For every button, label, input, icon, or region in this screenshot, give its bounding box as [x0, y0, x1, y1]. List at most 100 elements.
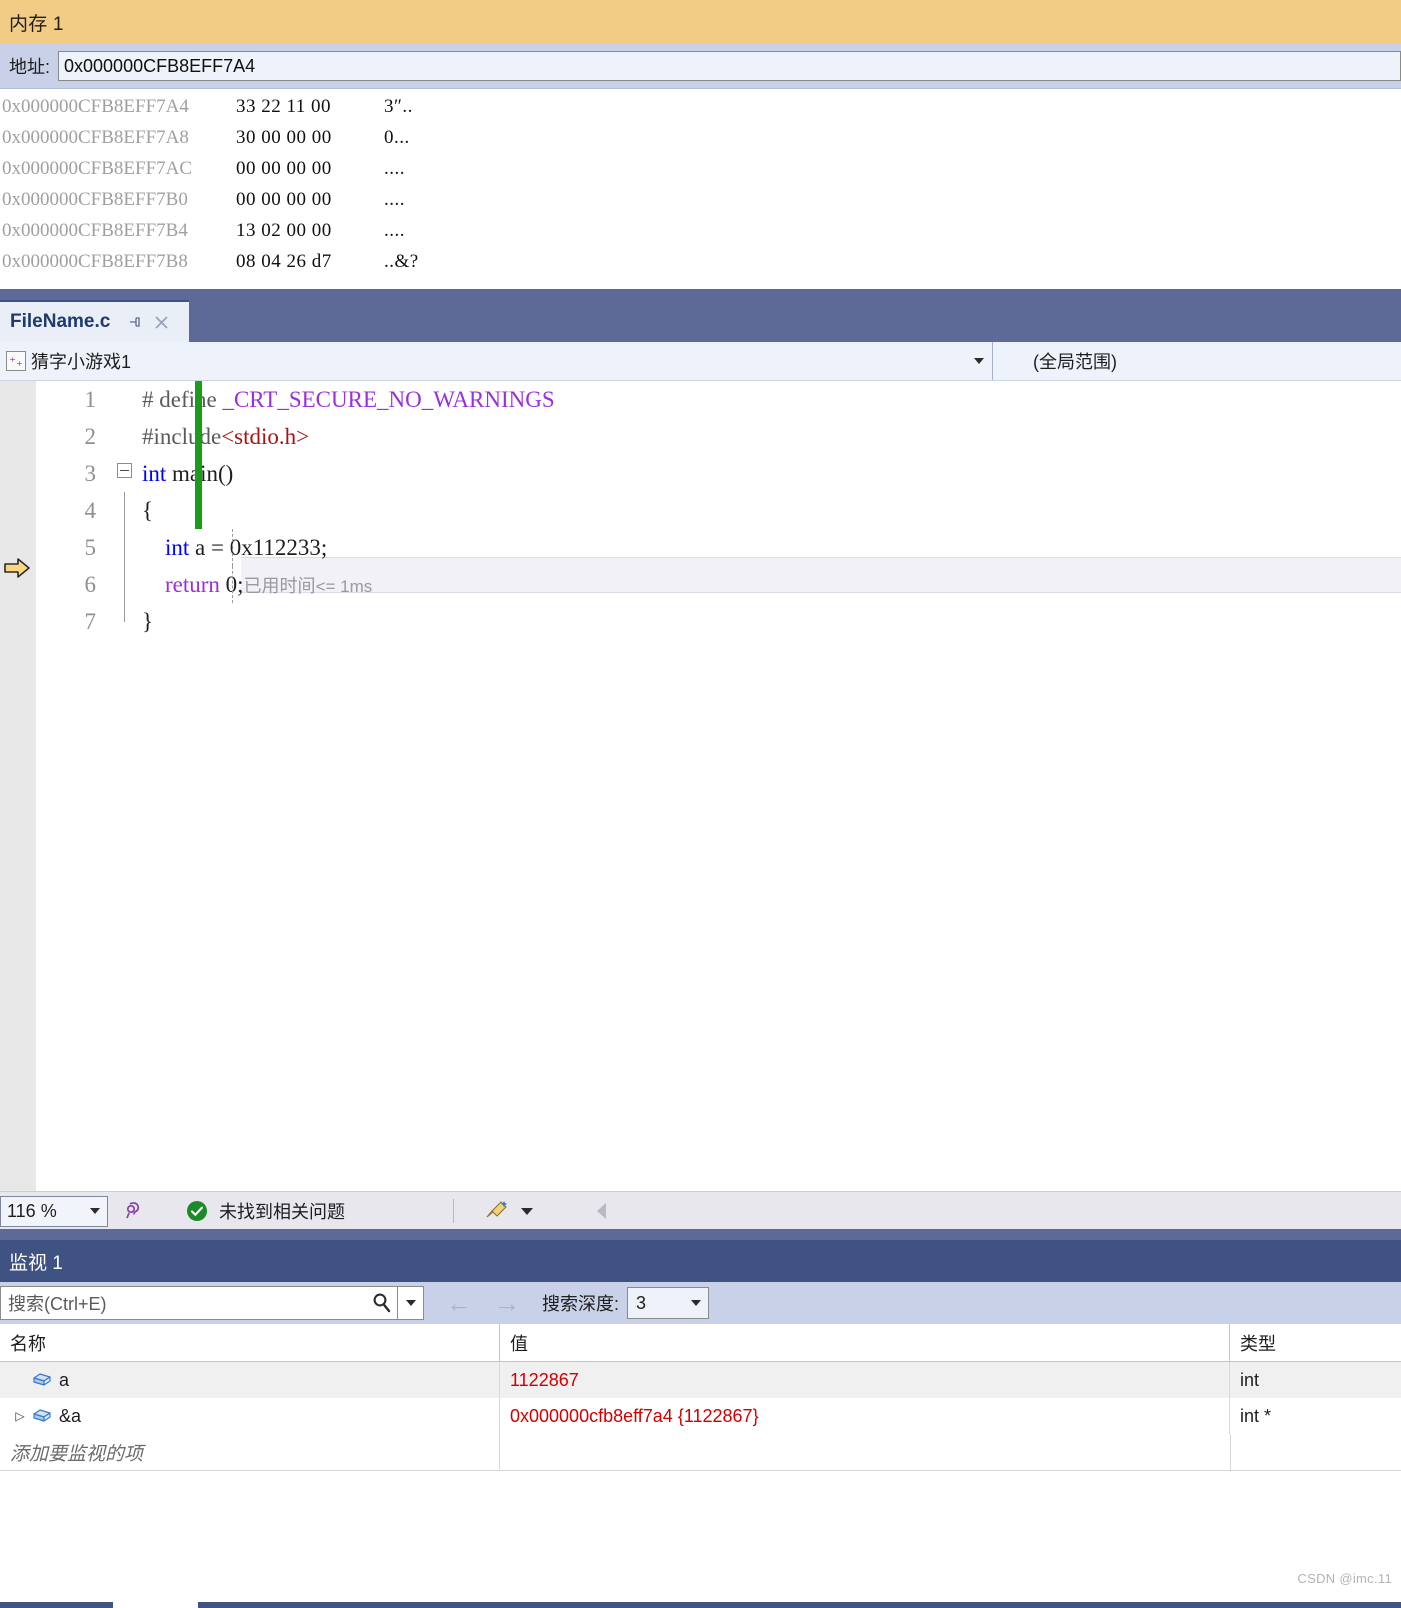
- memory-row-address: 0x000000CFB8EFF7A4: [2, 95, 189, 117]
- memory-row: 0x000000CFB8EFF7A4 33 22 11 00 3″..: [0, 91, 1401, 122]
- bottom-strip-left: [0, 1602, 113, 1608]
- memory-address-label: 地址:: [9, 57, 51, 77]
- memory-address-bar: 地址:: [0, 44, 1401, 89]
- fold-column: [112, 418, 142, 455]
- code-token: int: [142, 534, 190, 560]
- editor-status-bar: 116 % 未找到相关问题: [0, 1191, 1401, 1230]
- tab-filename-c[interactable]: FileName.c: [0, 300, 190, 342]
- pin-icon[interactable]: [124, 311, 146, 333]
- code-token: int: [142, 460, 167, 486]
- code-token: {: [142, 497, 154, 523]
- code-line: 4 {: [36, 492, 1401, 529]
- fold-guide-line: [124, 603, 125, 622]
- column-header-type[interactable]: 类型: [1229, 1324, 1401, 1361]
- memory-dump-list[interactable]: 0x000000CFB8EFF7A4 33 22 11 00 3″.. 0x00…: [0, 89, 1401, 277]
- memory-row-hex: 13 02 00 00: [236, 219, 332, 241]
- line-number: 5: [84, 534, 97, 560]
- expander-icon[interactable]: ▷: [10, 1409, 30, 1423]
- member-scope-dropdown[interactable]: (全局范围): [993, 342, 1401, 380]
- chevron-down-icon[interactable]: [90, 1208, 100, 1214]
- line-number: 7: [84, 608, 97, 634]
- watch-add-type-cell[interactable]: [1230, 1434, 1401, 1470]
- search-options-dropdown[interactable]: [398, 1286, 424, 1320]
- chevron-down-icon: [691, 1300, 702, 1306]
- fold-column: [112, 566, 142, 603]
- elapsed-time-value: <= 1ms: [315, 576, 373, 596]
- watch-variable-value[interactable]: 1122867: [499, 1362, 1229, 1398]
- close-icon[interactable]: [150, 311, 172, 333]
- watch-window-top-border: [0, 1229, 1401, 1240]
- watch-add-value-cell[interactable]: [499, 1434, 1230, 1470]
- code-line-text: #include<stdio.h>: [142, 424, 309, 450]
- memory-row: 0x000000CFB8EFF7AC 00 00 00 00 ....: [0, 153, 1401, 184]
- fold-column: [112, 529, 142, 566]
- bottom-window-strip: [0, 1602, 1401, 1608]
- code-line-text: # define _CRT_SECURE_NO_WARNINGS: [142, 387, 555, 413]
- code-token: <stdio.h>: [221, 423, 310, 449]
- code-line: 7 }: [36, 603, 1401, 640]
- watch-window-titlebar: 监视 1: [0, 1240, 1401, 1282]
- watch-variable-value[interactable]: 0x000000cfb8eff7a4 {1122867}: [499, 1398, 1229, 1434]
- watch-variable-name: &a: [59, 1405, 82, 1426]
- fold-guide-line: [124, 529, 125, 566]
- bottom-strip-right: [198, 1602, 1401, 1608]
- watch-variables-table[interactable]: 名称 值 类型 a 1122867 int ▷ &a 0x000000cfb8e…: [0, 1324, 1401, 1471]
- watch-search-input[interactable]: 搜索(Ctrl+E): [0, 1286, 398, 1320]
- fold-column: [112, 381, 142, 418]
- watch-row-name-cell[interactable]: ▷ &a: [0, 1398, 499, 1434]
- editor-text-body[interactable]: 1 # define _CRT_SECURE_NO_WARNINGS 2 #in…: [0, 381, 1401, 1191]
- search-forward-button[interactable]: →: [494, 1290, 520, 1316]
- code-lines-container[interactable]: 1 # define _CRT_SECURE_NO_WARNINGS 2 #in…: [36, 381, 1401, 1191]
- editor-tab-strip: FileName.c: [0, 289, 1401, 342]
- check-circle-icon: [186, 1200, 208, 1222]
- project-icon: ⁺₊: [6, 351, 26, 371]
- chevron-down-icon[interactable]: [521, 1207, 533, 1215]
- memory-row-address: 0x000000CFB8EFF7B0: [2, 188, 188, 210]
- code-token: _CRT_SECURE_NO_WARNINGS: [222, 386, 555, 412]
- memory-row-address: 0x000000CFB8EFF7A8: [2, 126, 189, 148]
- code-line-text: {: [142, 498, 153, 524]
- fold-column: [112, 492, 142, 529]
- collapse-toggle-icon[interactable]: [117, 463, 132, 478]
- watch-add-item-row[interactable]: 添加要监视的项: [0, 1434, 1401, 1471]
- variable-icon: [30, 1406, 54, 1426]
- fold-guide-line: [124, 492, 125, 529]
- search-depth-label: 搜索深度:: [542, 1294, 620, 1314]
- memory-row-address: 0x000000CFB8EFF7AC: [2, 157, 193, 179]
- broom-icon[interactable]: [484, 1198, 512, 1224]
- search-icon[interactable]: [369, 1290, 395, 1316]
- intellisense-icon[interactable]: [122, 1199, 146, 1223]
- search-depth-dropdown[interactable]: 3: [627, 1287, 710, 1319]
- search-back-button[interactable]: ←: [446, 1290, 472, 1316]
- memory-row-ascii: ....: [384, 188, 405, 210]
- editor-navigation-bar: ⁺₊ 猜字小游戏1 (全局范围): [0, 342, 1401, 381]
- memory-row-hex: 33 22 11 00: [236, 95, 332, 117]
- column-header-name[interactable]: 名称: [0, 1324, 499, 1361]
- collapse-panel-icon[interactable]: [597, 1203, 606, 1219]
- memory-row-ascii: ..&?: [384, 250, 419, 272]
- code-line-text: return 0;已用时间<= 1ms: [142, 572, 372, 598]
- code-token: }: [142, 608, 154, 634]
- project-scope-dropdown[interactable]: ⁺₊ 猜字小游戏1: [0, 342, 993, 380]
- chevron-down-icon[interactable]: [974, 358, 984, 364]
- fold-column: [112, 603, 142, 640]
- editor-indicator-margin[interactable]: [0, 381, 36, 1191]
- memory-row-hex: 30 00 00 00: [236, 126, 332, 148]
- chevron-down-icon: [405, 1300, 416, 1306]
- watch-add-placeholder: 添加要监视的项: [10, 1443, 144, 1465]
- bottom-strip-gap: [113, 1602, 198, 1608]
- table-row[interactable]: a 1122867 int: [0, 1362, 1401, 1398]
- watch-row-name-cell[interactable]: a: [0, 1362, 499, 1398]
- zoom-level-dropdown[interactable]: 116 %: [0, 1195, 108, 1227]
- memory-address-input[interactable]: [58, 51, 1401, 81]
- code-line-text: int main(): [142, 461, 233, 487]
- column-header-value[interactable]: 值: [499, 1324, 1229, 1361]
- status-separator: [453, 1199, 454, 1223]
- indent-guide: [232, 529, 233, 566]
- code-token: a = 0x112233;: [189, 534, 328, 560]
- execution-pointer-icon: [4, 557, 31, 579]
- table-row[interactable]: ▷ &a 0x000000cfb8eff7a4 {1122867} int *: [0, 1398, 1401, 1434]
- code-token: #include: [142, 423, 222, 449]
- watch-add-cell[interactable]: 添加要监视的项: [0, 1439, 499, 1466]
- indent-guide: [232, 566, 233, 603]
